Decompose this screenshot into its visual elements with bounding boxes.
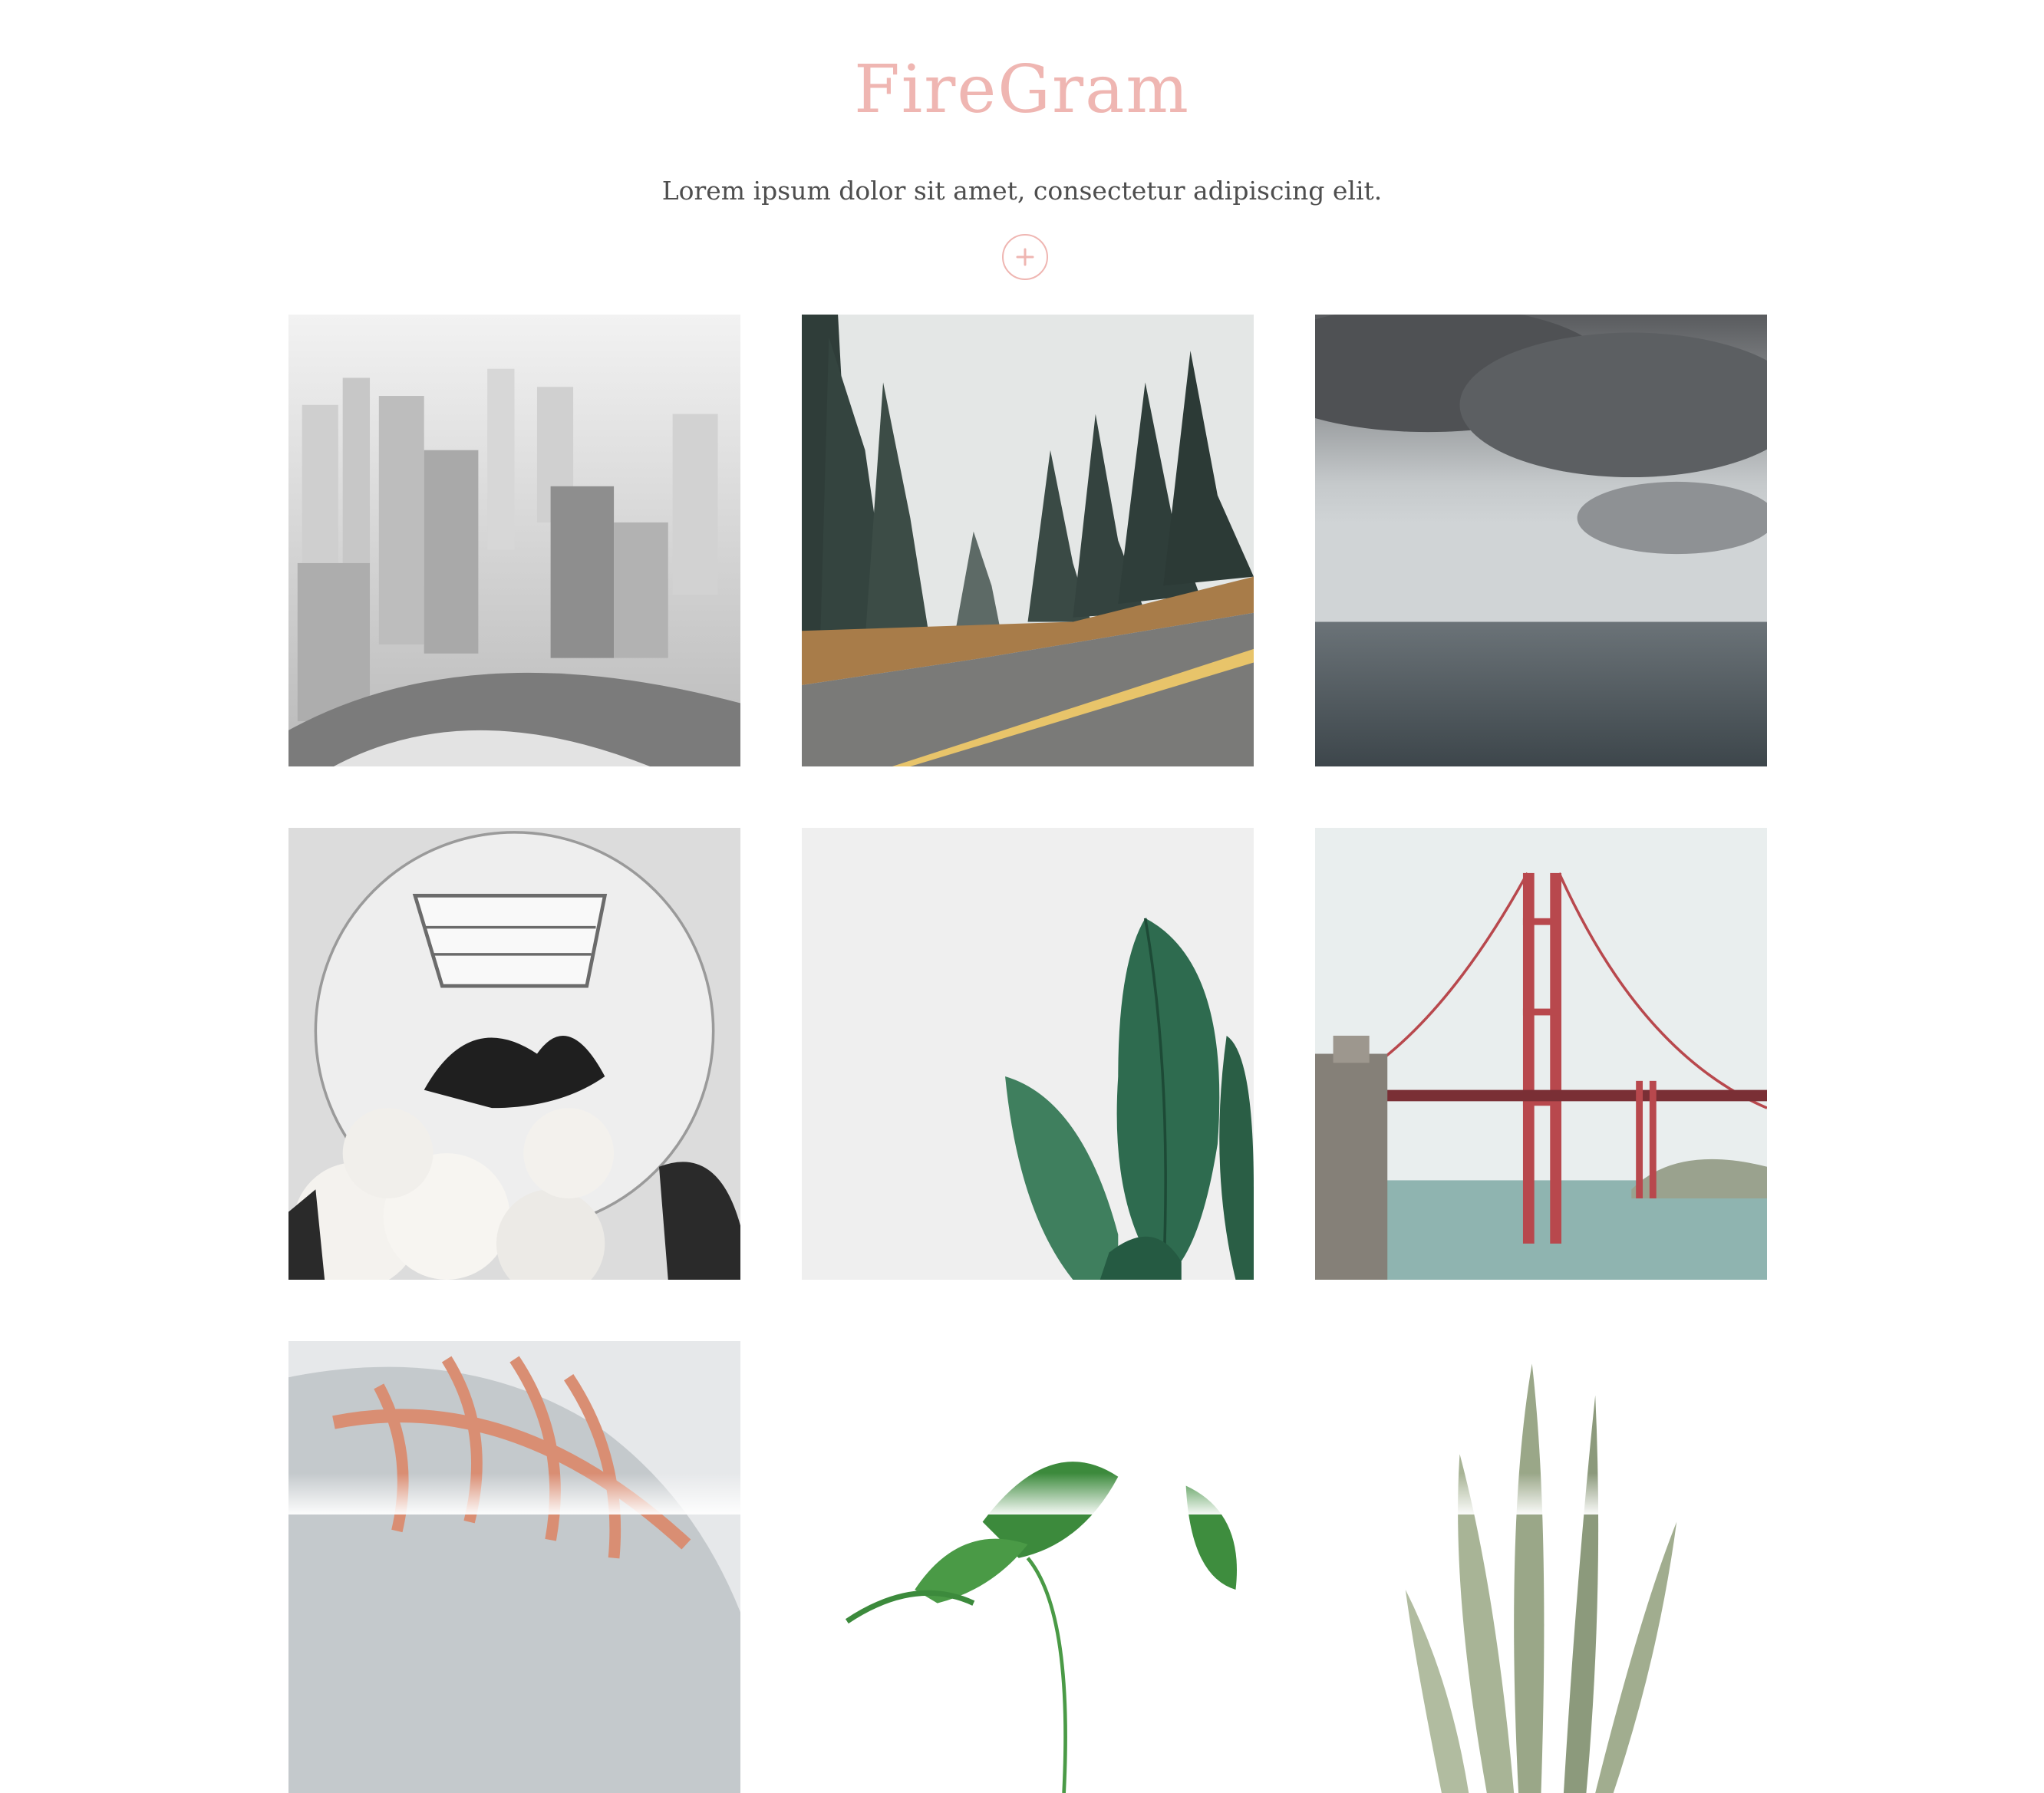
image-tile-mirror-flowers[interactable]: [288, 828, 740, 1280]
snake-plant-image: [1315, 1341, 1767, 1793]
stormy-sea-image: [1315, 315, 1767, 766]
image-tile-snake-plant[interactable]: [1315, 1341, 1767, 1793]
golden-gate-image: [1315, 828, 1767, 1280]
monstera-image: [802, 1341, 1254, 1793]
bottom-fade-overlay: [0, 1473, 2044, 1514]
forest-road-image: [802, 315, 1254, 766]
plant-leaves-image: [802, 828, 1254, 1280]
image-tile-foggy-city[interactable]: [288, 315, 740, 766]
mirror-flowers-image: [288, 828, 740, 1280]
image-tile-monstera[interactable]: [802, 1341, 1254, 1793]
city-skyline-image: [288, 315, 740, 766]
sneaker-image: [288, 1341, 740, 1793]
image-tile-forest-road[interactable]: [802, 315, 1254, 766]
image-tile-golden-gate[interactable]: [1315, 828, 1767, 1280]
image-tile-plant-leaves[interactable]: [802, 828, 1254, 1280]
upload-button[interactable]: [1002, 234, 1048, 280]
app-subtitle: Lorem ipsum dolor sit amet, consectetur …: [661, 176, 1383, 206]
image-tile-sneaker[interactable]: [288, 1341, 740, 1793]
plus-icon: [1016, 248, 1034, 266]
image-tile-stormy-sea[interactable]: [1315, 315, 1767, 766]
app-title: FireGram: [854, 51, 1190, 128]
